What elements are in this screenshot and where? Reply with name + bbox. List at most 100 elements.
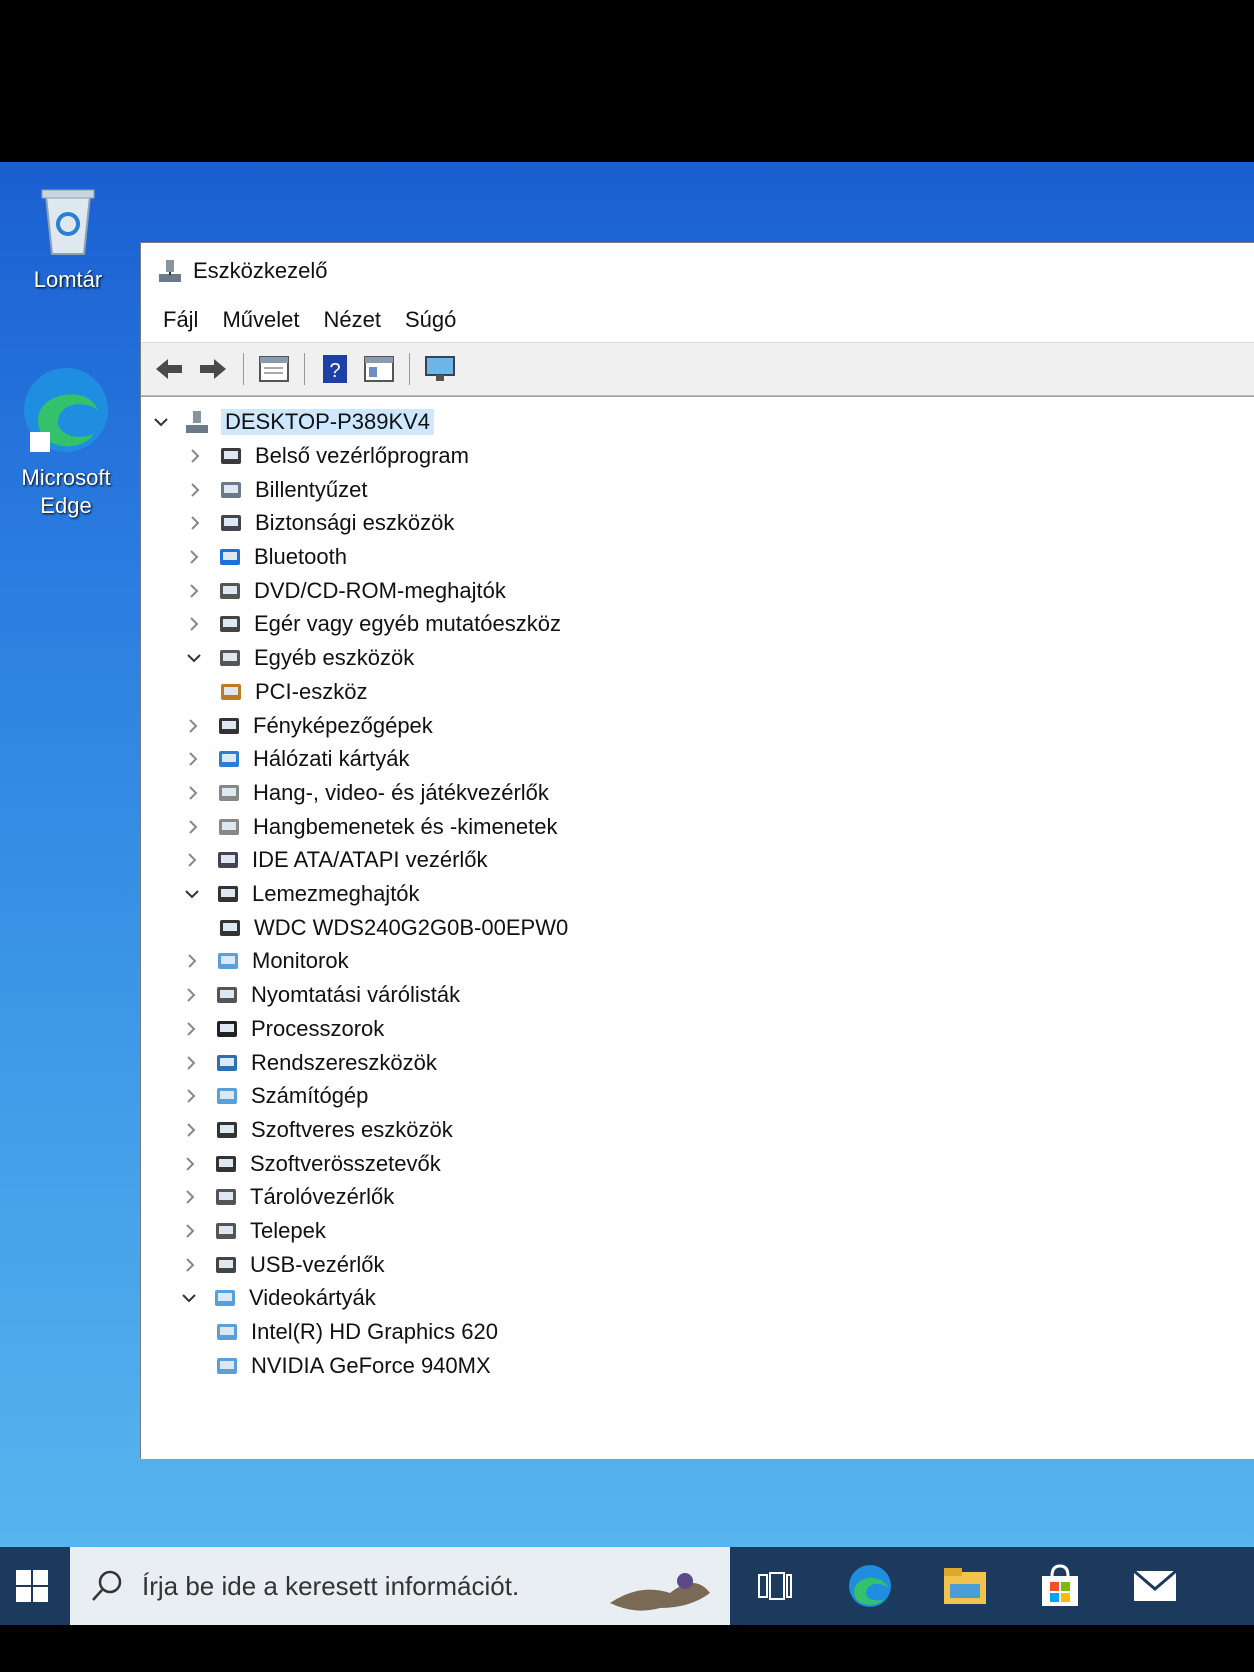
chevron-down-icon[interactable] <box>179 1288 199 1308</box>
tree-device-item[interactable]: PCI-eszköz <box>217 675 367 709</box>
tree-item-label: Processzorok <box>251 1016 385 1041</box>
tree-category-item[interactable]: Hangbemenetek és -kimenetek <box>183 810 558 844</box>
chevron-right-icon[interactable] <box>180 1187 200 1207</box>
device-category-icon <box>216 914 244 942</box>
start-button[interactable] <box>0 1547 64 1625</box>
tree-category-item[interactable]: Telepek <box>180 1214 326 1248</box>
chevron-right-icon[interactable] <box>184 547 204 567</box>
chevron-right-icon[interactable] <box>180 1255 200 1275</box>
search-placeholder: Írja be ide a keresett információt. <box>142 1570 520 1601</box>
chevron-right-icon[interactable] <box>181 1019 201 1039</box>
chevron-right-icon[interactable] <box>183 716 203 736</box>
chevron-right-icon[interactable] <box>182 951 202 971</box>
edge-taskbar-button[interactable] <box>830 1547 910 1625</box>
chevron-right-icon[interactable] <box>185 446 205 466</box>
tree-category-item[interactable]: USB-vezérlők <box>180 1248 384 1282</box>
chevron-right-icon[interactable] <box>181 985 201 1005</box>
tree-category-item[interactable]: Egér vagy egyéb mutatóeszköz <box>184 607 561 641</box>
tree-category-item[interactable]: Hang-, video- és játékvezérlők <box>183 776 549 810</box>
menu-view[interactable]: Nézet <box>312 307 393 333</box>
tree-category-item[interactable]: Biztonsági eszközök <box>185 506 454 540</box>
properties-button[interactable] <box>256 351 292 387</box>
scan-hardware-button[interactable] <box>422 351 458 387</box>
task-view-button[interactable] <box>735 1547 815 1625</box>
tree-category-item[interactable]: Billentyűzet <box>185 473 368 507</box>
recycle-bin-label: Lomtár <box>33 267 103 292</box>
store-icon <box>1042 1564 1078 1606</box>
tree-category-item[interactable]: Szoftverösszetevők <box>180 1147 441 1181</box>
title-bar[interactable]: Eszközkezelő <box>141 243 1254 298</box>
chevron-right-icon[interactable] <box>181 1120 201 1140</box>
chevron-right-icon[interactable] <box>182 850 202 870</box>
tree-item-label: Rendszereszközök <box>251 1050 437 1075</box>
toolbar-separator <box>409 353 410 385</box>
device-category-icon <box>216 577 244 605</box>
tree-category-item[interactable]: Monitorok <box>182 944 349 978</box>
chevron-right-icon[interactable] <box>180 1221 200 1241</box>
tree-category-item[interactable]: Nyomtatási várólisták <box>181 978 460 1012</box>
chevron-right-icon[interactable] <box>181 1053 201 1073</box>
device-category-icon <box>216 543 244 571</box>
menu-help[interactable]: Súgó <box>393 307 468 333</box>
store-button[interactable] <box>1020 1547 1100 1625</box>
desktop-icon-edge[interactable]: Microsoft Edge <box>6 362 126 520</box>
tree-category-item[interactable]: DVD/CD-ROM-meghajtók <box>184 574 506 608</box>
tree-category-item[interactable]: Egyéb eszközök <box>184 641 414 675</box>
tree-category-item[interactable]: Hálózati kártyák <box>183 742 410 776</box>
chevron-right-icon[interactable] <box>181 1086 201 1106</box>
tree-device-item[interactable]: Intel(R) HD Graphics 620 <box>213 1315 498 1349</box>
view-button[interactable] <box>361 351 397 387</box>
menu-bar: Fájl Művelet Nézet Súgó <box>141 298 1254 342</box>
search-icon <box>92 1570 122 1601</box>
tree-item-label: DVD/CD-ROM-meghajtók <box>254 578 506 603</box>
chevron-right-icon[interactable] <box>185 480 205 500</box>
tree-item-label: Hang-, video- és játékvezérlők <box>253 780 549 805</box>
help-button[interactable]: ? <box>317 351 353 387</box>
chevron-down-icon[interactable] <box>184 648 204 668</box>
taskbar: Írja be ide a keresett információt. <box>0 1547 1254 1625</box>
tree-device-item[interactable]: WDC WDS240G2G0B-00EPW0 <box>216 911 568 945</box>
mail-button[interactable] <box>1115 1547 1195 1625</box>
tree-category-item[interactable]: Belső vezérlőprogram <box>185 439 469 473</box>
chevron-right-icon[interactable] <box>183 817 203 837</box>
tree-category-item[interactable]: Processzorok <box>181 1012 384 1046</box>
tree-category-item[interactable]: Bluetooth <box>184 540 347 574</box>
file-explorer-button[interactable] <box>925 1547 1005 1625</box>
tree-category-item[interactable]: Fényképezőgépek <box>183 709 433 743</box>
tree-item-label: WDC WDS240G2G0B-00EPW0 <box>254 915 569 940</box>
tree-item-label: Monitorok <box>252 948 349 973</box>
chevron-right-icon[interactable] <box>183 783 203 803</box>
tree-category-item[interactable]: IDE ATA/ATAPI vezérlők <box>182 843 488 877</box>
chevron-right-icon[interactable] <box>184 581 204 601</box>
tree-item-label: Tárolóvezérlők <box>250 1184 395 1209</box>
tree-item-label: IDE ATA/ATAPI vezérlők <box>252 847 488 872</box>
device-manager-window: Eszközkezelő Fájl Művelet Nézet Súgó ? D… <box>140 242 1254 1459</box>
tree-category-item[interactable]: Lemezmeghajtók <box>182 877 420 911</box>
device-category-icon <box>217 476 245 504</box>
back-button[interactable] <box>151 351 187 387</box>
tree-root[interactable]: DESKTOP-P389KV4 <box>151 405 435 439</box>
tree-category-item[interactable]: Videokártyák <box>179 1281 376 1315</box>
tree-category-item[interactable]: Rendszereszközök <box>181 1046 437 1080</box>
menu-file[interactable]: Fájl <box>151 307 210 333</box>
chevron-right-icon[interactable] <box>183 749 203 769</box>
search-box[interactable]: Írja be ide a keresett információt. <box>70 1547 730 1625</box>
tree-device-item[interactable]: NVIDIA GeForce 940MX <box>213 1349 491 1383</box>
tree-category-item[interactable]: Szoftveres eszközök <box>181 1113 453 1147</box>
forward-button[interactable] <box>195 351 231 387</box>
tree-category-item[interactable]: Számítógép <box>181 1079 368 1113</box>
mail-icon <box>1133 1569 1177 1601</box>
chevron-down-icon[interactable] <box>151 412 171 432</box>
tree-item-label: Nyomtatási várólisták <box>251 982 461 1007</box>
device-category-icon <box>211 1284 239 1312</box>
tree-category-item[interactable]: Tárolóvezérlők <box>180 1180 394 1214</box>
chevron-right-icon[interactable] <box>184 614 204 634</box>
desktop-icon-recycle-bin[interactable]: Lomtár <box>8 180 128 294</box>
tree-item-label: Számítógép <box>251 1083 369 1108</box>
device-category-icon <box>215 712 243 740</box>
chevron-right-icon[interactable] <box>185 513 205 533</box>
menu-action[interactable]: Művelet <box>210 307 311 333</box>
help-icon: ? <box>323 355 347 383</box>
chevron-right-icon[interactable] <box>180 1154 200 1174</box>
chevron-down-icon[interactable] <box>182 884 202 904</box>
